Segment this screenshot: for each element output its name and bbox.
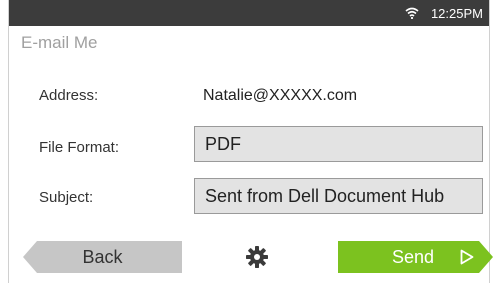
- status-indicators: 12:25PM: [405, 4, 483, 22]
- file-format-field[interactable]: PDF: [194, 126, 483, 162]
- send-button-label: Send: [391, 246, 435, 267]
- subject-label: Subject:: [39, 189, 94, 206]
- send-button[interactable]: Send: [338, 241, 493, 273]
- subject-field[interactable]: Sent from Dell Document Hub: [194, 178, 483, 214]
- page-title: E-mail Me: [21, 33, 98, 52]
- address-label: Address:: [39, 87, 99, 104]
- back-button-label: Back: [82, 246, 123, 267]
- gear-icon[interactable]: [245, 245, 269, 269]
- play-icon: [460, 249, 474, 265]
- back-button[interactable]: Back: [23, 241, 182, 273]
- file-format-label: File Format:: [39, 139, 120, 156]
- address-value[interactable]: Natalie@XXXXX.com: [203, 87, 357, 105]
- status-bar: 12:25PM: [9, 0, 489, 26]
- email-me-screen: 12:25PM E-mail Me Address: Natalie@XXXXX…: [8, 0, 493, 283]
- wifi-icon: [405, 7, 419, 19]
- status-time: 12:25PM: [430, 5, 483, 21]
